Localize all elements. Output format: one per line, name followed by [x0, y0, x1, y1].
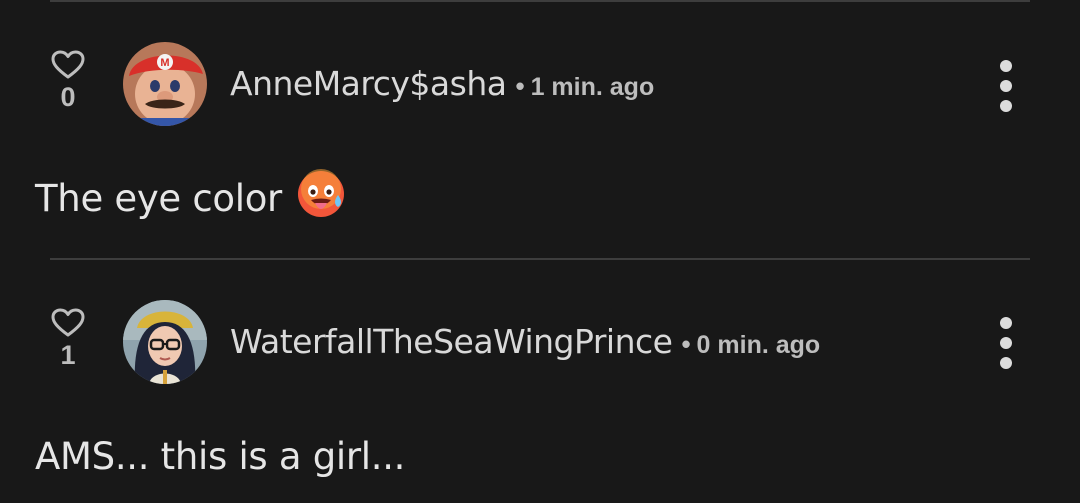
- menu-dot: [1000, 100, 1012, 112]
- svg-text:M: M: [160, 57, 169, 69]
- like-count: 1: [60, 340, 76, 370]
- like-button[interactable]: 1: [48, 308, 88, 370]
- avatar[interactable]: M: [123, 42, 207, 126]
- comment-body: AMS... this is a girl...: [35, 430, 405, 482]
- avatar[interactable]: [123, 300, 207, 384]
- comment-meta: AnneMarcy$asha • 1 min. ago: [230, 64, 654, 104]
- glasses-character-avatar: [123, 300, 207, 384]
- separator: •: [681, 329, 691, 359]
- timestamp: 1 min. ago: [530, 73, 655, 101]
- comment-meta: WaterfallTheSeaWingPrince • 0 min. ago: [230, 322, 820, 362]
- separator: •: [515, 71, 525, 101]
- more-options-button[interactable]: [988, 317, 1024, 369]
- timestamp: 0 min. ago: [696, 331, 821, 359]
- like-count: 0: [60, 82, 76, 112]
- comment-text: AMS... this is a girl...: [35, 434, 406, 478]
- divider: [50, 258, 1030, 260]
- menu-dot: [1000, 337, 1012, 349]
- heart-outline-icon: [51, 50, 85, 79]
- menu-dot: [1000, 357, 1012, 369]
- more-vertical-icon: [1000, 60, 1012, 72]
- more-vertical-icon: [1000, 317, 1012, 329]
- comment-body: The eye color: [35, 168, 346, 224]
- comment-text: The eye color: [35, 176, 282, 220]
- red-cap-character-avatar: M: [123, 42, 207, 126]
- heart-outline-icon: [51, 308, 85, 337]
- hot-face-emoji-icon: [296, 168, 346, 228]
- username[interactable]: AnneMarcy$asha: [230, 64, 507, 103]
- divider: [50, 0, 1030, 2]
- more-options-button[interactable]: [988, 60, 1024, 112]
- comment-thread: 0 M AnneMarcy$asha • 1 min. ago The eye …: [0, 0, 1080, 503]
- like-button[interactable]: 0: [48, 50, 88, 112]
- menu-dot: [1000, 80, 1012, 92]
- username[interactable]: WaterfallTheSeaWingPrince: [230, 322, 673, 361]
